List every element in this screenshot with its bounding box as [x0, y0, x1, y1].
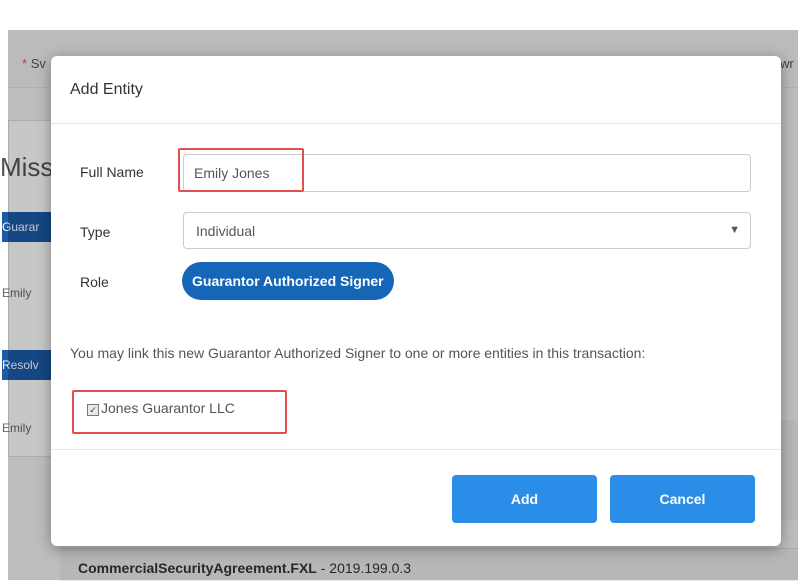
checkbox-checked-icon[interactable]: ✓ — [87, 404, 99, 416]
linked-entity-item[interactable]: ✓ Jones Guarantor LLC — [87, 400, 235, 416]
role-badge: Guarantor Authorized Signer — [182, 262, 394, 300]
cancel-button[interactable]: Cancel — [610, 475, 755, 523]
link-instructions: You may link this new Guarantor Authoriz… — [70, 345, 646, 361]
add-button[interactable]: Add — [452, 475, 597, 523]
role-label: Role — [80, 274, 109, 290]
dialog-header: Add Entity — [51, 56, 781, 124]
full-name-label: Full Name — [80, 164, 144, 180]
dialog-divider — [51, 449, 781, 450]
caret-down-icon: ▼ — [729, 224, 740, 236]
dialog-title: Add Entity — [70, 81, 143, 98]
linked-entity-label: Jones Guarantor LLC — [101, 400, 235, 416]
type-select[interactable]: Individual ▼ — [183, 212, 751, 249]
type-select-value: Individual — [196, 223, 256, 239]
add-entity-dialog: Add Entity Full Name Type Individual ▼ R… — [51, 56, 781, 546]
full-name-input[interactable] — [183, 154, 751, 192]
type-label: Type — [80, 224, 111, 240]
